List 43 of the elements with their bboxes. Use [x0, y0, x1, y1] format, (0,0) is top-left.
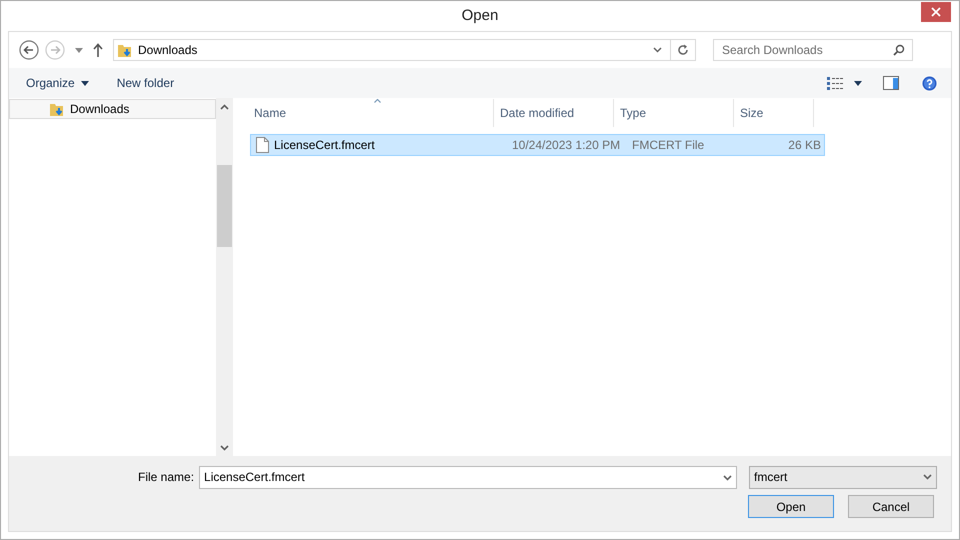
caret-icon[interactable] — [854, 80, 862, 86]
dialog-button[interactable]: Cancel — [848, 495, 934, 518]
caret-icon — [80, 80, 89, 86]
chevron-down-icon[interactable] — [723, 474, 732, 480]
sidebar-item[interactable]: Downloads — [9, 99, 216, 119]
file-name: LicenseCert.fmcert — [274, 137, 376, 154]
window-title: Open — [462, 6, 498, 26]
column-header[interactable]: Type — [614, 99, 734, 127]
column-header[interactable]: Date modified — [494, 99, 614, 127]
address-bar[interactable]: Downloads — [113, 39, 696, 61]
file-name-field[interactable]: LicenseCert.fmcert — [199, 466, 738, 488]
search-icon — [893, 44, 905, 56]
file-type: FMCERT File — [632, 137, 706, 154]
preview-pane-icon[interactable] — [883, 76, 899, 90]
dialog-button[interactable]: Open — [748, 495, 834, 518]
close-button[interactable] — [921, 2, 951, 22]
help-icon[interactable] — [922, 76, 937, 90]
file-row[interactable]: LicenseCert.fmcert 10/24/2023 1:20 PM FMCERT File 26 KB — [250, 134, 825, 156]
search-field[interactable]: Search Downloads — [713, 39, 913, 61]
scrollbar[interactable] — [216, 98, 233, 456]
column-header[interactable]: Name — [235, 99, 494, 127]
file-type-text: fmcert — [754, 469, 788, 486]
new-folder-button[interactable]: New folder — [112, 71, 180, 95]
folder-download-icon — [117, 42, 133, 58]
chevron-down-icon — [923, 474, 932, 480]
address-text: Downloads — [138, 42, 198, 59]
date-modified: 10/24/2023 1:20 PM — [512, 137, 622, 154]
folder-download-icon — [49, 101, 65, 117]
column-header[interactable]: Size — [734, 99, 814, 127]
file-type-dropdown[interactable]: fmcert — [749, 466, 938, 488]
file-size: 26 KB — [787, 137, 821, 154]
scroll-up-icon[interactable] — [220, 104, 229, 110]
close-icon — [931, 7, 941, 17]
file-name-label: File name: — [138, 469, 194, 486]
view-list-icon[interactable] — [827, 76, 843, 90]
chevron-down-icon[interactable] — [653, 47, 662, 53]
up-arrow-icon[interactable] — [93, 43, 103, 57]
scroll-thumb[interactable] — [217, 165, 232, 247]
scroll-down-icon[interactable] — [220, 445, 229, 451]
document-icon — [256, 137, 269, 153]
refresh-icon[interactable] — [677, 44, 689, 56]
organize-button[interactable]: Organize — [19, 71, 96, 95]
back-icon[interactable] — [19, 40, 39, 60]
